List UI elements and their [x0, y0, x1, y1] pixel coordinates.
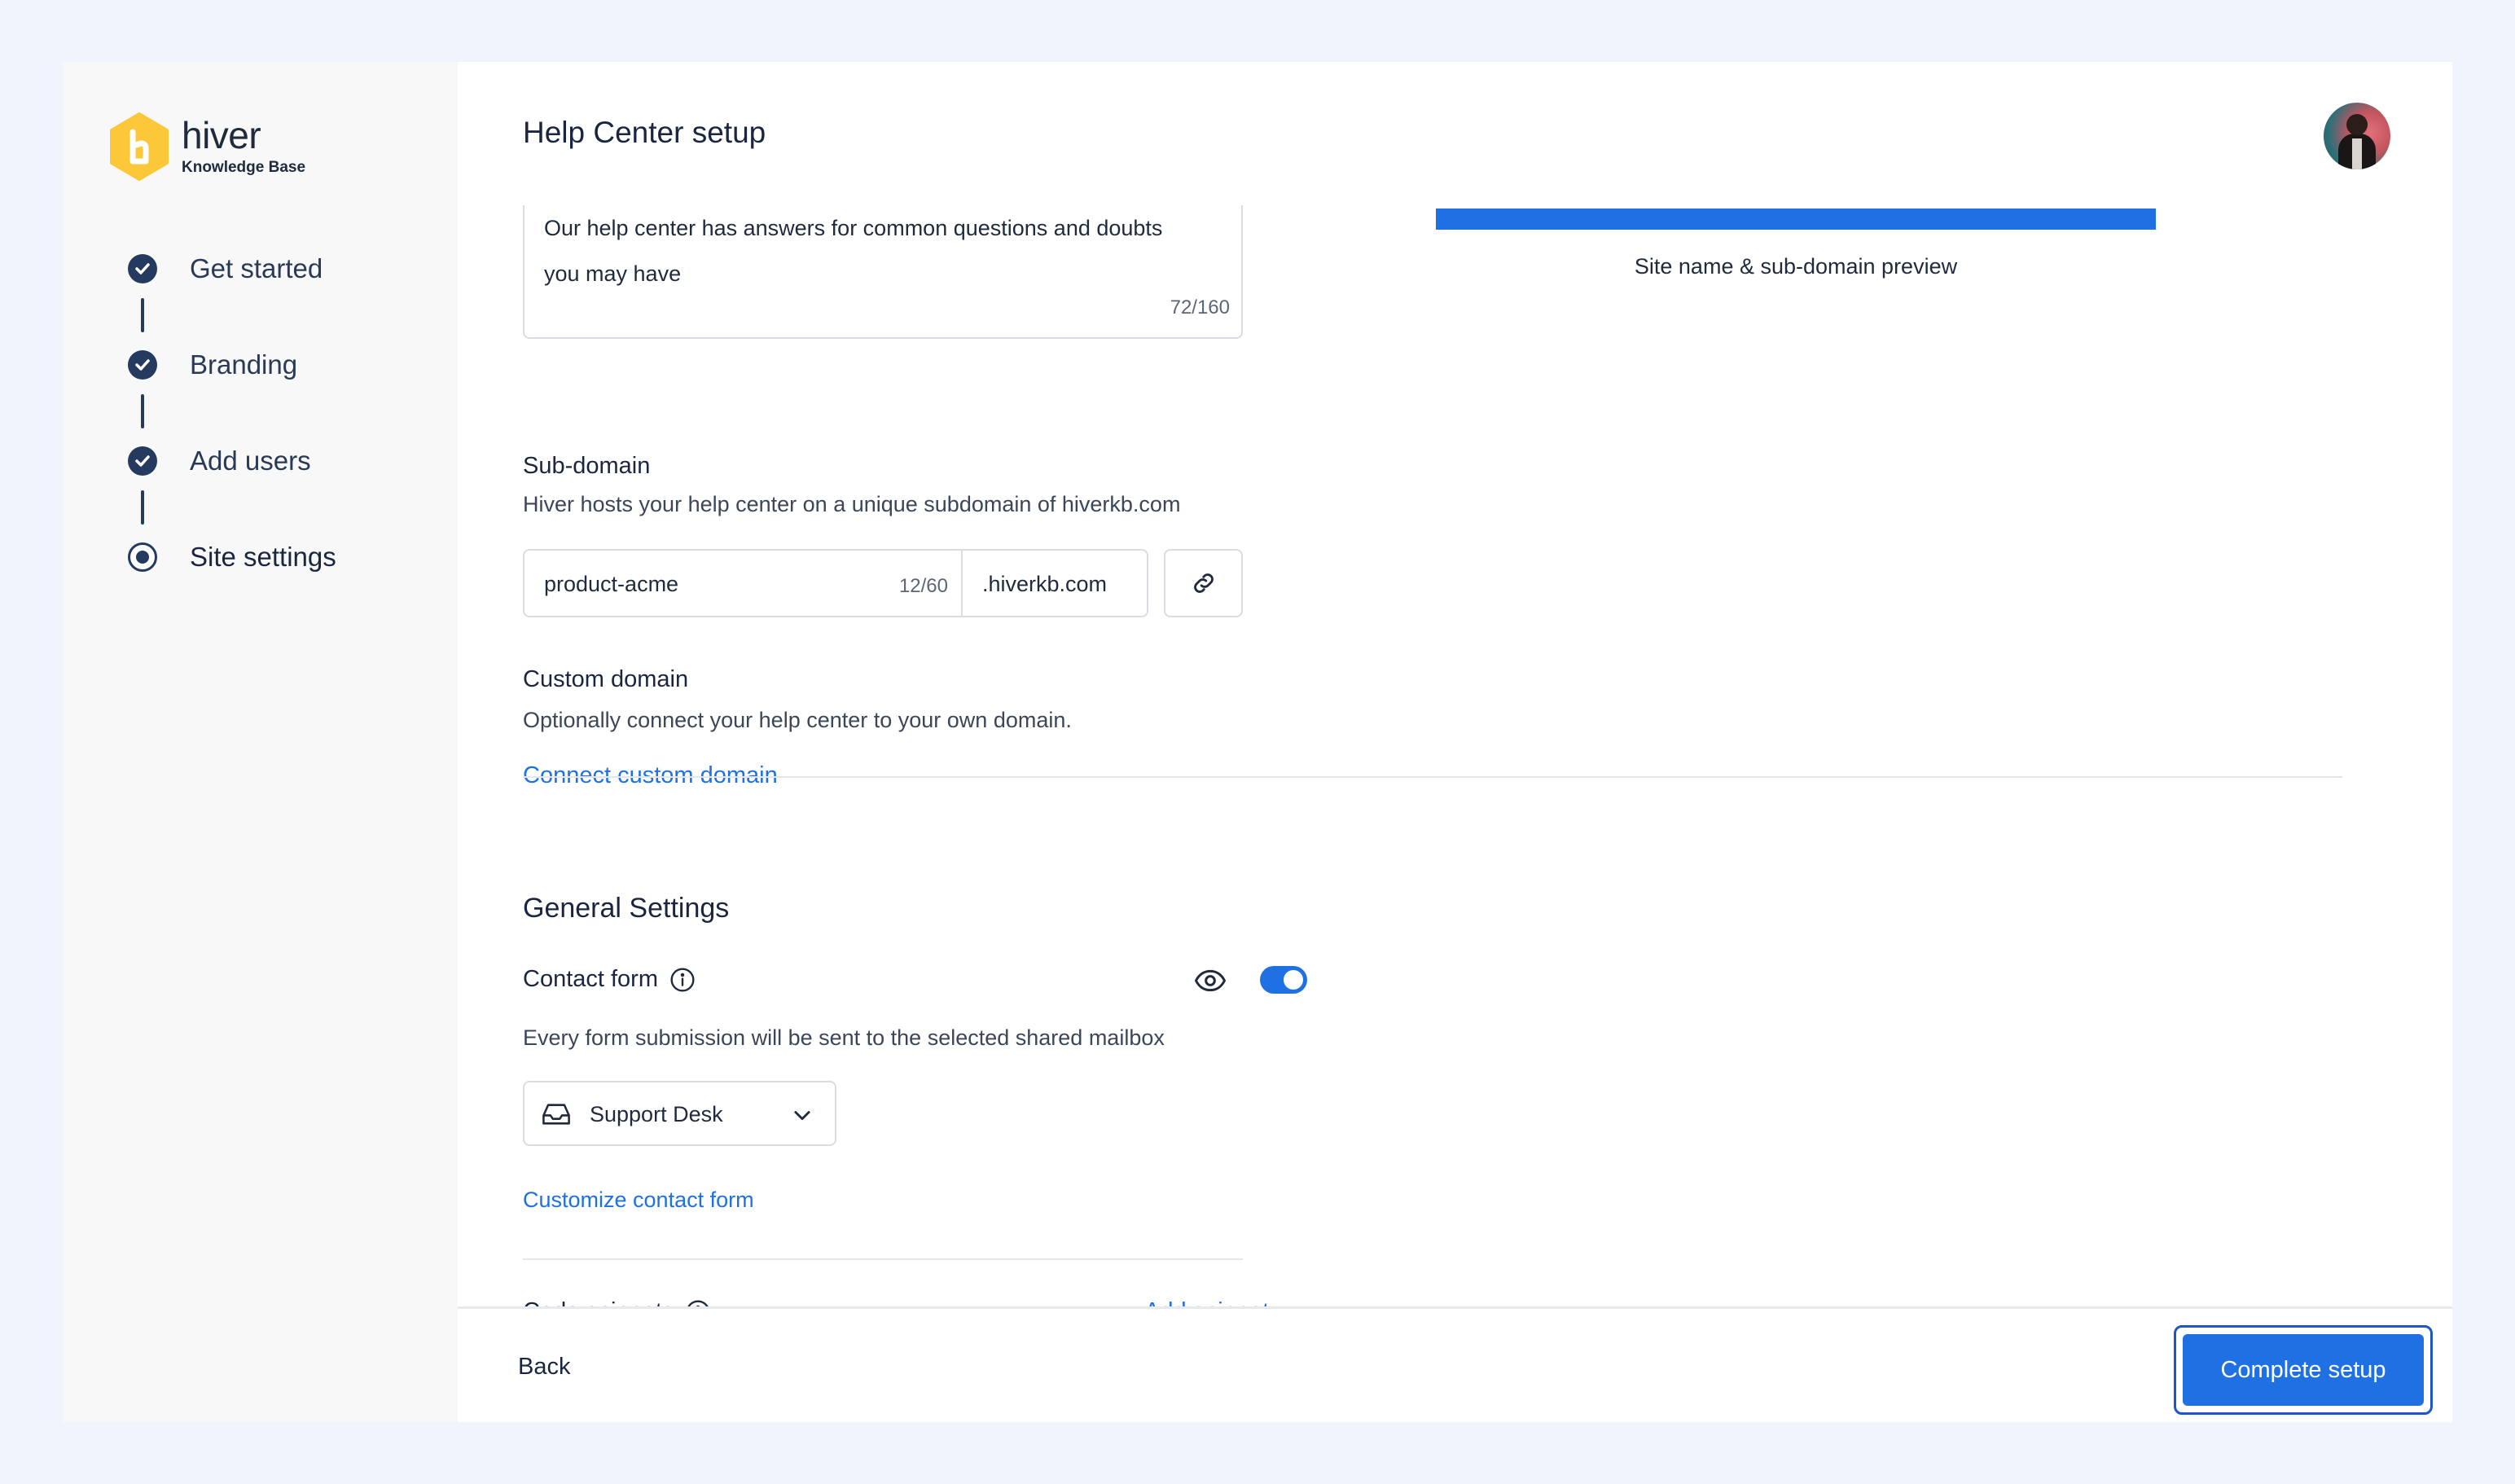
setup-steps: Get started Branding Add users Site sett…	[128, 254, 336, 639]
subdomain-description: Hiver hosts your help center on a unique…	[523, 492, 1181, 516]
avatar-shirt	[2352, 138, 2362, 169]
subdomain-suffix: .hiverkb.com	[963, 551, 1147, 616]
general-settings-title: General Settings	[523, 893, 730, 924]
contact-form-label: Contact form	[523, 966, 658, 992]
step-connector	[141, 490, 144, 525]
step-label: Get started	[190, 253, 323, 283]
back-button[interactable]: Back	[518, 1354, 570, 1381]
step-add-users[interactable]: Add users	[128, 446, 336, 542]
section-divider	[523, 1258, 1243, 1260]
app-frame: hiver Knowledge Base Get started Brandin…	[63, 62, 2452, 1422]
subdomain-input[interactable]: product-acme 12/60	[525, 551, 963, 616]
description-char-count: 72/160	[1170, 296, 1230, 318]
radio-current-icon	[128, 542, 157, 572]
step-label: Site settings	[190, 542, 336, 572]
hiver-logo-icon	[110, 112, 169, 181]
logo: hiver Knowledge Base	[108, 112, 305, 181]
avatar[interactable]	[2324, 103, 2390, 169]
preview-header-bar	[1436, 209, 2156, 230]
toggle-knob	[1284, 970, 1303, 990]
copy-link-button[interactable]	[1164, 549, 1243, 617]
main-content: Help Center setup Our help center has an…	[458, 62, 2452, 1422]
step-get-started[interactable]: Get started	[128, 254, 336, 350]
chevron-down-icon	[794, 1111, 810, 1121]
check-circle-icon	[128, 254, 157, 283]
info-icon[interactable]	[669, 967, 696, 993]
step-connector	[141, 298, 144, 332]
step-connector	[141, 394, 144, 428]
contact-form-description: Every form submission will be sent to th…	[523, 1025, 1165, 1050]
contact-form-toggle[interactable]	[1260, 966, 1307, 994]
custom-domain-description: Optionally connect your help center to y…	[523, 708, 1072, 732]
subdomain-label: Sub-domain	[523, 453, 651, 479]
check-circle-icon	[128, 350, 157, 380]
footer-bar: Back Complete setup	[458, 1306, 2452, 1422]
complete-setup-focus-ring: Complete setup	[2174, 1325, 2433, 1415]
complete-setup-button[interactable]: Complete setup	[2183, 1334, 2424, 1406]
subdomain-suffix-text: .hiverkb.com	[982, 572, 1108, 596]
eye-icon[interactable]	[1194, 964, 1227, 997]
subdomain-char-count: 12/60	[898, 575, 948, 597]
link-icon	[1193, 573, 1214, 593]
inbox-icon	[542, 1104, 570, 1125]
subdomain-field[interactable]: product-acme 12/60 .hiverkb.com	[523, 549, 1148, 617]
step-label: Branding	[190, 349, 298, 380]
customize-contact-form-link[interactable]: Customize contact form	[523, 1188, 754, 1213]
step-label: Add users	[190, 446, 311, 476]
avatar-head	[2346, 114, 2368, 135]
custom-domain-label: Custom domain	[523, 666, 689, 692]
description-textarea[interactable]: Our help center has answers for common q…	[523, 205, 1243, 339]
description-text: Our help center has answers for common q…	[544, 216, 1163, 286]
check-circle-icon	[128, 446, 157, 476]
contact-form-row: Contact form	[523, 966, 696, 993]
section-divider	[523, 776, 2342, 778]
mailbox-select[interactable]: Support Desk	[523, 1081, 836, 1146]
preview-caption: Site name & sub-domain preview	[1634, 254, 1958, 279]
brand-name: hiver	[182, 114, 261, 156]
page-title: Help Center setup	[523, 116, 766, 149]
step-branding[interactable]: Branding	[128, 350, 336, 446]
brand-subtitle: Knowledge Base	[182, 159, 306, 176]
subdomain-value: product-acme	[544, 572, 679, 596]
sidebar: hiver Knowledge Base Get started Brandin…	[63, 62, 458, 1422]
mailbox-selected-value: Support Desk	[590, 1102, 723, 1126]
step-site-settings[interactable]: Site settings	[128, 542, 336, 639]
